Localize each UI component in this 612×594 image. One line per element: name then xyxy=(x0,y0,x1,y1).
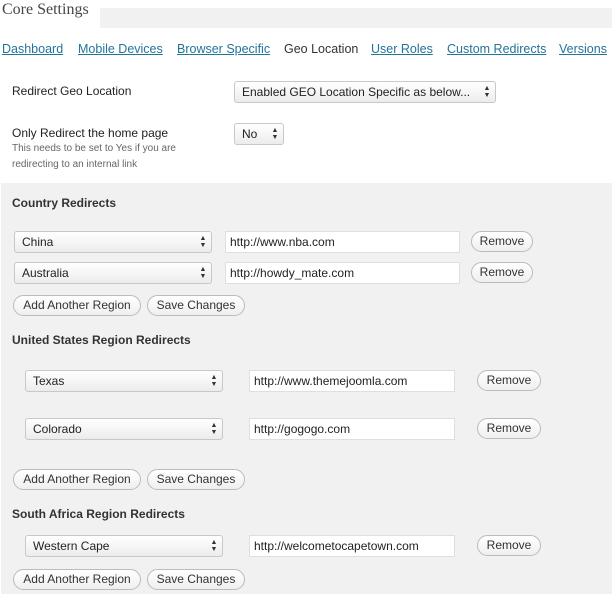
updown-arrows-icon: ▲ ▼ xyxy=(210,539,218,553)
tab-custom-redirects[interactable]: Custom Redirects xyxy=(447,42,546,56)
updown-arrows-icon: ▲ ▼ xyxy=(271,127,279,141)
tab-user-roles[interactable]: User Roles xyxy=(371,42,433,56)
remove-button[interactable]: Remove xyxy=(477,418,541,439)
title-bar-background xyxy=(100,8,612,28)
updown-arrows-icon: ▲ ▼ xyxy=(483,85,491,99)
add-region-button[interactable]: Add Another Region xyxy=(13,295,141,316)
remove-button[interactable]: Remove xyxy=(471,262,533,283)
za-region-value: Western Cape xyxy=(33,539,110,553)
tab-geo-location[interactable]: Geo Location xyxy=(284,42,358,56)
za-url-input[interactable]: http://welcometocapetown.com xyxy=(249,535,455,557)
page-title: Core Settings xyxy=(2,1,89,18)
add-region-button[interactable]: Add Another Region xyxy=(13,569,141,590)
save-changes-button[interactable]: Save Changes xyxy=(147,569,245,590)
tab-browser-specific[interactable]: Browser Specific xyxy=(177,42,270,56)
us-section-title: United States Region Redirects xyxy=(12,333,191,347)
redirect-geo-label: Redirect Geo Location xyxy=(12,84,132,98)
redirect-geo-value: Enabled GEO Location Specific as below..… xyxy=(242,85,471,99)
country-region-value: China xyxy=(22,235,54,249)
us-region-select[interactable]: Texas ▲ ▼ xyxy=(25,370,223,392)
save-changes-button[interactable]: Save Changes xyxy=(147,469,245,490)
us-url-input[interactable]: http://gogogo.com xyxy=(249,418,455,440)
country-region-select[interactable]: Australia ▲ ▼ xyxy=(14,262,212,284)
us-region-select[interactable]: Colorado ▲ ▼ xyxy=(25,418,223,440)
country-url-input[interactable]: http://howdy_mate.com xyxy=(225,262,460,284)
country-section-title: Country Redirects xyxy=(12,196,117,210)
tab-dashboard[interactable]: Dashboard xyxy=(2,42,63,56)
remove-button[interactable]: Remove xyxy=(477,370,541,391)
country-region-select[interactable]: China ▲ ▼ xyxy=(14,231,212,253)
updown-arrows-icon: ▲ ▼ xyxy=(210,374,218,388)
home-only-label: Only Redirect the home page xyxy=(12,126,169,140)
tab-versions[interactable]: Versions xyxy=(559,42,607,56)
home-only-hint: This needs to be set to Yes if you are r… xyxy=(12,143,176,170)
updown-arrows-icon: ▲ ▼ xyxy=(210,422,218,436)
updown-arrows-icon: ▲ ▼ xyxy=(199,266,207,280)
remove-button[interactable]: Remove xyxy=(477,535,541,556)
redirect-geo-select[interactable]: Enabled GEO Location Specific as below..… xyxy=(234,81,496,103)
updown-arrows-icon: ▲ ▼ xyxy=(199,235,207,249)
home-only-select[interactable]: No ▲ ▼ xyxy=(234,123,284,145)
remove-button[interactable]: Remove xyxy=(471,231,533,252)
tab-bar: Dashboard Mobile Devices Browser Specifi… xyxy=(0,42,612,62)
home-only-value: No xyxy=(242,127,258,141)
country-url-input[interactable]: http://www.nba.com xyxy=(225,231,460,253)
us-region-value: Colorado xyxy=(33,422,82,436)
country-region-value: Australia xyxy=(22,266,69,280)
save-changes-button[interactable]: Save Changes xyxy=(147,295,245,316)
tab-mobile-devices[interactable]: Mobile Devices xyxy=(78,42,163,56)
za-region-select[interactable]: Western Cape ▲ ▼ xyxy=(25,535,223,557)
us-url-input[interactable]: http://www.themejoomla.com xyxy=(249,370,455,392)
add-region-button[interactable]: Add Another Region xyxy=(13,469,141,490)
us-region-value: Texas xyxy=(33,374,65,388)
za-section-title: South Africa Region Redirects xyxy=(12,507,185,521)
